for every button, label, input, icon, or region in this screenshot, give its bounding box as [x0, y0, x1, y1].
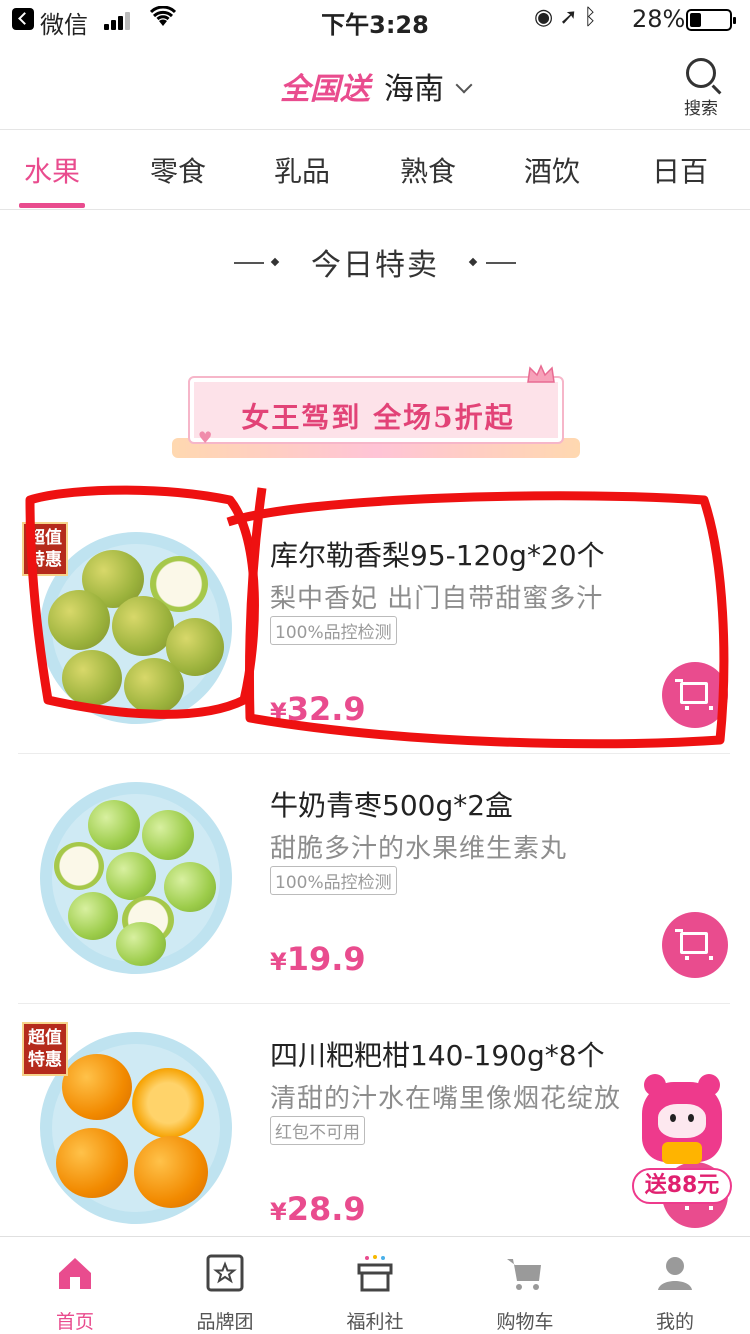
crown-icon	[527, 364, 555, 383]
status-bar: 微信 下午3:28 ◉➚ᛒ 28%	[0, 0, 750, 40]
product-card[interactable]: 超值 特惠 四川粑粑柑140-190g*8个 清甜的汁水在嘴里像烟花绽放 红包不可…	[18, 1004, 730, 1254]
add-to-cart-button[interactable]	[662, 662, 728, 728]
product-title[interactable]: 库尔勒香梨95-120g*20个	[270, 534, 605, 574]
location-icon: ➚	[559, 5, 584, 30]
battery-percent: 28%	[632, 5, 686, 33]
battery-icon	[686, 9, 736, 31]
tabbar-label: 购物车	[496, 1311, 554, 1333]
orientation-lock-icon: ◉	[534, 5, 560, 30]
cart-icon	[507, 1259, 541, 1290]
bear-mascot-icon	[642, 1074, 722, 1164]
product-subtitle: 清甜的汁水在嘴里像烟花绽放	[270, 1084, 622, 1114]
status-icons: ◉➚ᛒ	[534, 5, 603, 30]
product-price: ¥19.9	[270, 940, 366, 978]
add-to-cart-button[interactable]	[662, 912, 728, 978]
category-tabs: 水果 零食 乳品 熟食 酒饮 日百	[0, 130, 750, 210]
tab-dairy[interactable]: 乳品	[274, 150, 330, 190]
tab-fruit[interactable]: 水果	[24, 150, 80, 190]
tabbar-label: 福利社	[346, 1311, 404, 1333]
product-tag: 100%品控检测	[270, 866, 397, 895]
tabbar-cart[interactable]: 购物车	[450, 1237, 600, 1334]
bottom-tab-bar: 首页 品牌团 福利社 购物车 我的	[0, 1236, 750, 1334]
city-label: 海南	[384, 72, 444, 107]
tabbar-label: 我的	[655, 1311, 694, 1333]
tabbar-label: 首页	[55, 1311, 94, 1333]
product-image[interactable]	[40, 1032, 232, 1224]
tab-deli[interactable]: 熟食	[400, 150, 456, 190]
product-image[interactable]	[40, 782, 232, 974]
bluetooth-icon: ᛒ	[583, 5, 603, 30]
chevron-down-icon	[455, 76, 473, 94]
banner-card: 女王驾到 全场5折起	[188, 376, 564, 444]
tabbar-brand[interactable]: 品牌团	[150, 1237, 300, 1334]
product-card[interactable]: 超值 特惠 库尔勒香梨95-120g*20个 梨中香妃 出门自带甜蜜多汁 100%…	[18, 504, 730, 754]
product-title[interactable]: 牛奶青枣500g*2盒	[270, 784, 513, 824]
promo-label: 送88元	[632, 1168, 732, 1204]
search-icon	[686, 58, 716, 88]
product-tag: 红包不可用	[270, 1116, 365, 1145]
banner-text: 女王驾到 全场5折起	[241, 401, 515, 434]
top-header: 全国送 海南 搜索	[0, 40, 750, 130]
product-card[interactable]: 牛奶青枣500g*2盒 甜脆多汁的水果维生素丸 100%品控检测 ¥19.9	[18, 754, 730, 1004]
cart-icon	[675, 929, 713, 960]
tab-drinks[interactable]: 酒饮	[524, 150, 580, 190]
nationwide-label: 全国送	[280, 72, 370, 107]
cart-icon	[675, 679, 713, 710]
active-tab-indicator	[19, 203, 85, 208]
tabbar-mine[interactable]: 我的	[600, 1237, 750, 1334]
product-title[interactable]: 四川粑粑柑140-190g*8个	[270, 1034, 605, 1074]
tabbar-label: 品牌团	[196, 1311, 254, 1333]
tabbar-home[interactable]: 首页	[0, 1237, 150, 1334]
deal-badge: 超值 特惠	[22, 1022, 68, 1076]
user-icon	[658, 1257, 692, 1290]
product-subtitle: 甜脆多汁的水果维生素丸	[270, 834, 568, 864]
promo-banner[interactable]: 女王驾到 全场5折起 ♥	[172, 364, 580, 458]
tabbar-welfare[interactable]: 福利社	[300, 1237, 450, 1334]
location-selector[interactable]: 全国送 海南	[0, 64, 750, 108]
product-tag: 100%品控检测	[270, 616, 397, 645]
battery-fill	[690, 13, 701, 27]
search-button[interactable]: 搜索	[676, 58, 726, 119]
product-price: ¥32.9	[270, 690, 366, 728]
deal-badge: 超值 特惠	[22, 522, 68, 576]
search-label: 搜索	[684, 99, 718, 119]
heart-icon: ♥	[198, 428, 213, 447]
floating-promo[interactable]: 送88元	[632, 1074, 732, 1206]
section-title: 今日特卖	[311, 248, 439, 283]
home-icon	[59, 1258, 91, 1289]
title-divider-right	[486, 262, 516, 264]
star-box-icon	[206, 1254, 244, 1292]
product-subtitle: 梨中香妃 出门自带甜蜜多汁	[270, 584, 604, 614]
tab-daily[interactable]: 日百	[652, 150, 708, 190]
tab-snacks[interactable]: 零食	[150, 150, 206, 190]
product-price: ¥28.9	[270, 1190, 366, 1228]
product-image[interactable]	[40, 532, 232, 724]
gift-icon	[357, 1255, 393, 1292]
